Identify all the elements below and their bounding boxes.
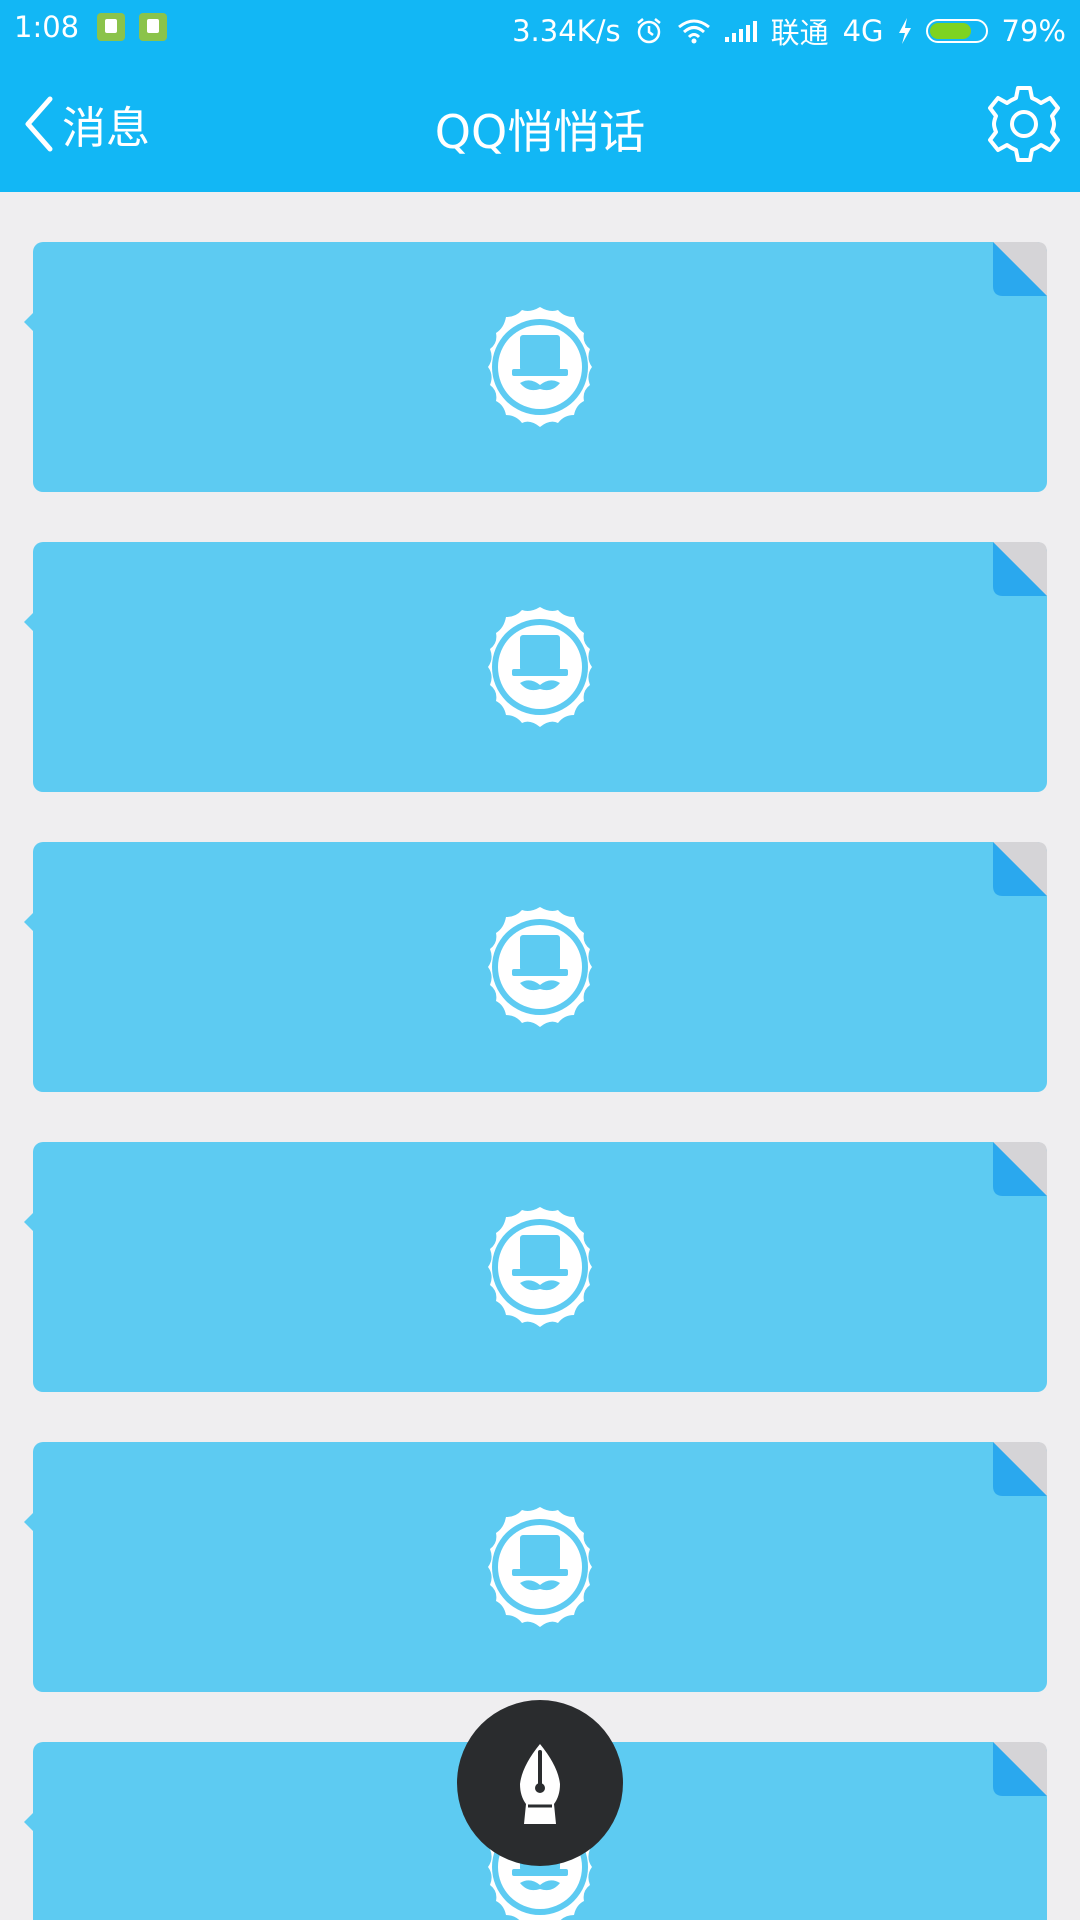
anonymous-gentleman-icon [488, 1507, 592, 1627]
anonymous-gentleman-icon [488, 907, 592, 1027]
bubble-notch [24, 1812, 34, 1832]
signal-icon [724, 20, 757, 42]
anonymous-gentleman-icon [488, 307, 592, 427]
anonymous-gentleman-icon [488, 1207, 592, 1327]
corner-fold-icon [993, 542, 1047, 596]
compose-button[interactable] [457, 1700, 623, 1866]
battery-icon [925, 19, 988, 43]
corner-fold-icon [993, 242, 1047, 296]
phone-screen: 1:08 3.34K/s 联通 4G 79% 消息 QQ悄悄话 [0, 0, 1080, 1920]
alarm-icon [636, 18, 661, 44]
top-bar: 1:08 3.34K/s 联通 4G 79% 消息 QQ悄悄话 [0, 0, 1080, 192]
corner-fold-icon [993, 842, 1047, 896]
carrier-label: 联通 [770, 16, 829, 50]
bubble-notch [24, 312, 34, 332]
gear-icon [988, 86, 1060, 162]
anonymous-gentleman-icon [488, 607, 592, 727]
status-time: 1:08 [14, 10, 80, 44]
bubble-notch [24, 612, 34, 632]
corner-fold-icon [993, 1442, 1047, 1496]
settings-button[interactable] [982, 82, 1066, 166]
bubble-notch [24, 1512, 34, 1532]
message-card[interactable] [24, 1142, 1047, 1392]
status-left: 1:08 [14, 10, 181, 44]
sim-app-icon [139, 13, 168, 41]
network-speed: 3.34K/s [512, 14, 621, 48]
corner-fold-icon [993, 1742, 1047, 1796]
battery-fill [929, 23, 972, 39]
wifi-icon [677, 19, 710, 44]
page-title: QQ悄悄话 [434, 105, 646, 159]
bubble-notch [24, 1212, 34, 1232]
message-card[interactable] [24, 542, 1047, 792]
network-type: 4G [842, 14, 884, 48]
message-card[interactable] [24, 242, 1047, 492]
battery-percent: 79% [1001, 14, 1066, 48]
bubble-notch [24, 912, 34, 932]
pen-nib-icon [520, 1744, 560, 1824]
status-bar: 1:08 3.34K/s 联通 4G 79% [0, 0, 1080, 58]
nav-bar: 消息 QQ悄悄话 [0, 70, 1080, 180]
shield-app-icon [97, 13, 126, 41]
message-card[interactable] [24, 1442, 1047, 1692]
charging-icon [898, 18, 911, 44]
status-right: 3.34K/s 联通 4G 79% [512, 10, 1066, 52]
message-card[interactable] [24, 842, 1047, 1092]
corner-fold-icon [993, 1142, 1047, 1196]
